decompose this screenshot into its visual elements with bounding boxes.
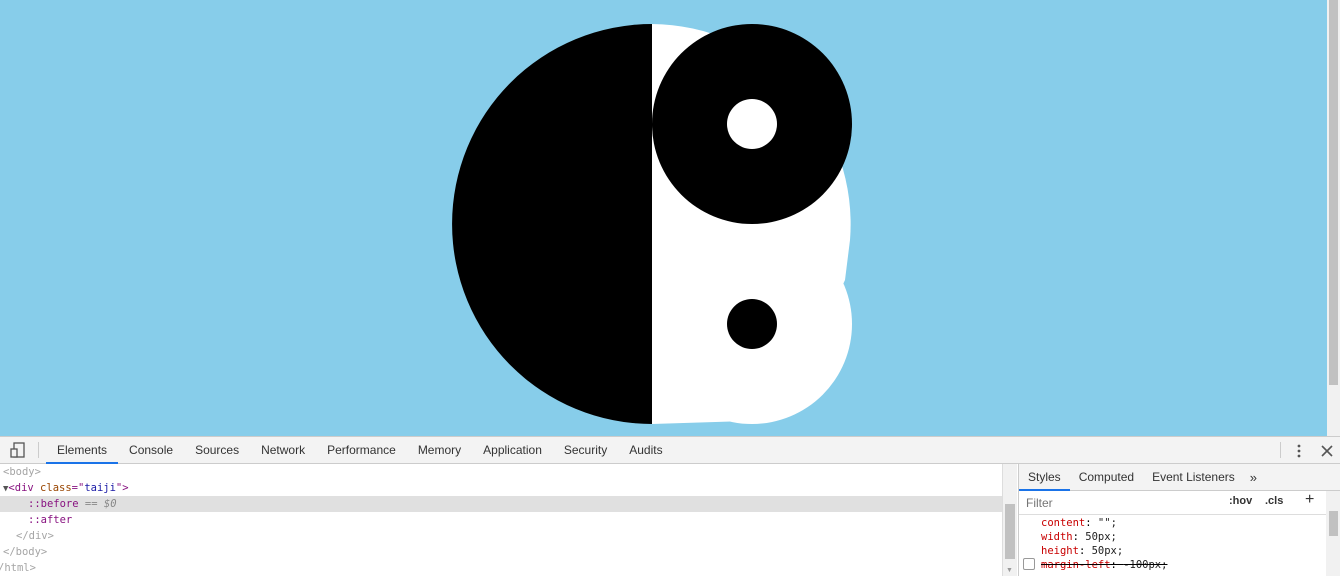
tab-sources[interactable]: Sources xyxy=(184,437,250,463)
tab-styles[interactable]: Styles xyxy=(1019,464,1070,491)
css-prop: content xyxy=(1041,517,1086,529)
div-attr-name: class xyxy=(40,482,72,494)
css-rule-width[interactable]: width: 50px; xyxy=(1041,530,1117,544)
taiji-figure xyxy=(452,24,852,424)
div-tag-name: div xyxy=(14,482,34,494)
after-pseudo-label: ::after xyxy=(28,514,73,526)
css-value: 50px; xyxy=(1085,531,1117,543)
styles-tabs: Styles Computed Event Listeners » xyxy=(1019,464,1340,491)
tab-performance[interactable]: Performance xyxy=(316,437,407,463)
devtools-tabs: Elements Console Sources Network Perform… xyxy=(46,437,674,464)
styles-sidebar: Styles Computed Event Listeners » :hov .… xyxy=(1018,464,1340,576)
div-close-tag: </div> xyxy=(16,530,54,542)
taiji-black-half xyxy=(452,24,652,424)
close-icon[interactable] xyxy=(1319,442,1335,460)
elements-tree: <body> ▼<div class="taiji"> ::before == … xyxy=(0,464,1002,576)
tab-console[interactable]: Console xyxy=(118,437,184,463)
css-value: -100px; xyxy=(1123,559,1168,571)
css-rule-height[interactable]: height: 50px; xyxy=(1041,544,1123,558)
div-attr-value: taiji xyxy=(84,482,116,494)
tab-application[interactable]: Application xyxy=(472,437,553,463)
dom-node-div-close[interactable]: </div> xyxy=(16,528,54,544)
new-rule-button[interactable]: + xyxy=(1305,491,1314,509)
css-value: ""; xyxy=(1097,517,1117,529)
cls-toggle[interactable]: .cls xyxy=(1265,495,1283,507)
elements-scrollbar[interactable]: ▼ xyxy=(1002,464,1017,576)
dom-node-body[interactable]: <body> xyxy=(3,464,41,480)
tab-memory[interactable]: Memory xyxy=(407,437,472,463)
tab-security[interactable]: Security xyxy=(553,437,618,463)
dom-node-div[interactable]: ▼<div class="taiji"> xyxy=(3,480,129,496)
css-rule-content[interactable]: content: ""; xyxy=(1041,516,1117,530)
dom-node-body-close[interactable]: </body> xyxy=(3,544,47,560)
styles-scrollbar-thumb[interactable] xyxy=(1329,511,1338,536)
tab-event-listeners[interactable]: Event Listeners xyxy=(1143,464,1244,490)
taiji-after-dot xyxy=(727,299,777,349)
styles-filter-row: :hov .cls + xyxy=(1019,491,1340,515)
hov-toggle[interactable]: :hov xyxy=(1229,495,1252,507)
elements-scrollbar-thumb[interactable] xyxy=(1005,504,1015,559)
html-close-tag: /html> xyxy=(0,562,36,574)
styles-filter-input[interactable] xyxy=(1023,494,1219,511)
css-prop: margin-left xyxy=(1041,559,1111,571)
css-prop: width xyxy=(1041,531,1073,543)
css-value: 50px; xyxy=(1091,545,1124,557)
toolbar-divider-right xyxy=(1280,442,1281,458)
tab-elements[interactable]: Elements xyxy=(46,437,119,464)
styles-scrollbar[interactable] xyxy=(1326,491,1340,576)
toolbar-divider xyxy=(38,442,39,458)
dom-node-after[interactable]: ::after xyxy=(28,512,72,528)
device-toolbar-icon[interactable] xyxy=(8,442,28,459)
devtools-toolbar: Elements Console Sources Network Perform… xyxy=(0,437,1340,464)
tab-network[interactable]: Network xyxy=(250,437,316,463)
more-options-icon[interactable] xyxy=(1292,442,1306,460)
body-close-tag: </body> xyxy=(3,546,48,558)
css-rule-margin-left[interactable]: margin-left: -100px; xyxy=(1041,558,1167,572)
page-viewport xyxy=(0,0,1327,436)
rule-checkbox[interactable] xyxy=(1023,558,1035,570)
dom-node-html-close[interactable]: /html> xyxy=(0,560,36,576)
more-tabs-icon[interactable]: » xyxy=(1244,464,1263,490)
before-pseudo-label: ::before xyxy=(28,498,79,510)
css-prop: height xyxy=(1041,545,1079,557)
dom-node-before[interactable]: ::before == $0 xyxy=(0,496,1002,512)
taiji-before-dot xyxy=(727,99,777,149)
selected-marker: == $0 xyxy=(84,498,117,510)
body-open-tag: <body> xyxy=(3,466,41,478)
page-scrollbar-thumb[interactable] xyxy=(1329,0,1338,385)
scroll-down-icon[interactable]: ▼ xyxy=(1006,567,1013,574)
tab-computed[interactable]: Computed xyxy=(1070,464,1143,490)
page-scrollbar[interactable] xyxy=(1327,0,1340,436)
tab-audits[interactable]: Audits xyxy=(618,437,673,463)
devtools-panel: Elements Console Sources Network Perform… xyxy=(0,436,1340,576)
